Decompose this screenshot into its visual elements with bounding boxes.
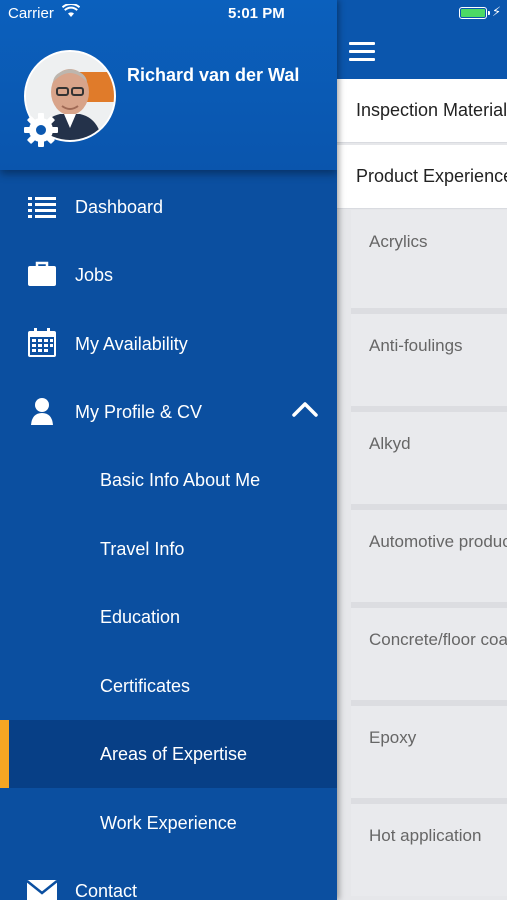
list-item[interactable]: Hot application (351, 798, 507, 896)
menu-item-my-availability[interactable]: My Availability (0, 310, 337, 378)
list-item-label: Automotive produc (369, 532, 507, 551)
list-item[interactable]: Epoxy (351, 700, 507, 798)
hamburger-menu-icon[interactable] (349, 42, 375, 62)
charging-icon: ⚡ (492, 4, 502, 19)
tab-product-experience[interactable]: Product Experience (337, 145, 507, 209)
list-item[interactable]: Concrete/floor coa (351, 602, 507, 700)
tab-label: Inspection Materials (356, 100, 507, 120)
chevron-up-icon[interactable] (291, 400, 319, 418)
menu-item-label: My Availability (75, 334, 188, 354)
submenu-item-certificates[interactable]: Certificates (0, 652, 337, 720)
content-panel: ⚡ Inspection Materials Product Experienc… (337, 0, 507, 900)
active-indicator (0, 720, 9, 788)
list-icon (28, 197, 56, 218)
menu-item-label: Work Experience (100, 813, 237, 833)
content-navbar: ⚡ (337, 0, 507, 79)
person-icon (31, 398, 53, 425)
menu-item-dashboard[interactable]: Dashboard (0, 173, 337, 241)
list-item-label: Concrete/floor coa (369, 630, 507, 649)
menu-item-label: Jobs (75, 265, 114, 285)
submenu-item-basic-info[interactable]: Basic Info About Me (0, 446, 337, 514)
experience-list: Acrylics Anti-foulings Alkyd Automotive … (337, 210, 507, 896)
list-item[interactable]: Acrylics (351, 210, 507, 308)
list-item-label: Anti-foulings (369, 336, 463, 355)
menu-item-my-profile-cv[interactable]: My Profile & CV (0, 378, 337, 446)
wifi-icon (62, 4, 80, 17)
menu-item-label: Certificates (100, 676, 191, 696)
submenu-item-work-experience[interactable]: Work Experience (0, 789, 337, 857)
clock-label: 5:01 PM (228, 5, 285, 22)
menu-item-jobs[interactable]: Jobs (0, 241, 337, 309)
menu-item-label: Dashboard (75, 197, 164, 217)
list-item-label: Alkyd (369, 434, 411, 453)
menu-item-label: My Profile & CV (75, 402, 203, 422)
list-item-label: Hot application (369, 826, 482, 845)
carrier-label: Carrier (8, 5, 54, 22)
menu-item-label: Travel Info (100, 539, 185, 559)
navigation-drawer: Carrier 5:01 PM Richard van der Wal Dash… (0, 0, 337, 900)
briefcase-icon (28, 261, 56, 286)
drawer-header: Carrier 5:01 PM Richard van der Wal (0, 0, 337, 170)
list-item[interactable]: Automotive produc (351, 504, 507, 602)
calendar-icon (28, 328, 56, 357)
tab-inspection-materials[interactable]: Inspection Materials (337, 79, 507, 143)
menu-item-contact[interactable]: Contact (0, 857, 337, 900)
submenu-item-travel-info[interactable]: Travel Info (0, 515, 337, 583)
envelope-icon (26, 880, 58, 900)
submenu-item-education[interactable]: Education (0, 583, 337, 651)
menu-item-label: Contact (75, 881, 138, 900)
list-item[interactable]: Alkyd (351, 406, 507, 504)
list-item[interactable]: Anti-foulings (351, 308, 507, 406)
list-item-label: Acrylics (369, 232, 428, 251)
list-item-label: Epoxy (369, 728, 417, 747)
battery-icon (459, 7, 490, 19)
user-name: Richard van der Wal (127, 65, 300, 85)
tab-label: Product Experience (356, 166, 507, 186)
menu-item-label: Areas of Expertise (100, 744, 248, 764)
submenu-item-areas-of-expertise[interactable]: Areas of Expertise (0, 720, 337, 788)
menu-item-label: Basic Info About Me (100, 470, 261, 490)
settings-gear-icon[interactable] (22, 111, 60, 149)
menu-item-label: Education (100, 607, 181, 627)
